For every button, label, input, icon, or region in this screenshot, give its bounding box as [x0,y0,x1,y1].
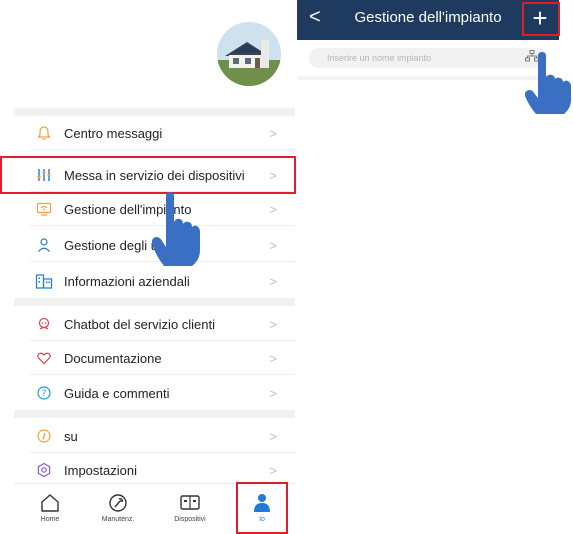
menu-item-company-info[interactable]: Informazioni aziendali > [14,264,295,298]
bottom-tab-bar: Home Manutenz. Dispositivi Io [14,482,295,534]
tab-label: Manutenz. [101,516,135,523]
search-input[interactable]: Inserire un nome impianto [327,53,525,63]
gear-icon [34,460,54,480]
row-divider [30,374,295,375]
chevron-right-icon: > [269,385,277,401]
hand-pointer-icon [151,192,200,266]
row-divider [30,149,295,150]
profile-screen: Centro messaggi > Messa in servizio dei … [14,0,295,534]
menu-item-label: Impostazioni [64,462,137,478]
page-title: Gestione dell'impianto [354,9,502,26]
chevron-right-icon: > [269,428,277,444]
menu-item-message-center[interactable]: Centro messaggi > [14,116,295,150]
chevron-right-icon: > [269,201,277,217]
svg-text:?: ? [42,389,47,399]
hand-pointer-icon [524,52,571,114]
question-icon: ? [34,383,54,403]
menu-item-label: Chatbot del servizio clienti [64,316,216,332]
screen-icon [34,199,54,219]
chevron-right-icon: > [269,462,277,478]
menu-item-label: su [64,428,78,444]
section-divider [14,410,295,418]
menu-item-label: Documentazione [64,350,162,366]
highlight-box-add [522,2,560,36]
tab-label: Io [259,516,265,523]
person-icon [34,235,54,255]
avatar[interactable] [217,22,281,86]
section-divider [14,108,295,116]
headset-icon [34,314,54,334]
tab-maintenance[interactable]: Manutenz. [88,484,148,534]
plant-management-screen: < Gestione dell'impianto + Inserire un n… [297,0,559,533]
menu-item-label: Centro messaggi [64,125,163,141]
user-icon [251,492,273,514]
home-icon [39,492,61,514]
menu-item-help-feedback[interactable]: ? Guida e commenti > [14,376,295,410]
chevron-right-icon: > [269,273,277,289]
bell-icon [34,123,54,143]
wrench-icon [107,492,129,514]
tab-label: Home [40,516,60,523]
menu-item-documentation[interactable]: Documentazione > [14,341,295,375]
devices-icon [179,492,201,514]
menu-item-label: Informazioni aziendali [64,273,190,289]
chevron-right-icon: > [269,350,277,366]
tab-label: Dispositivi [174,516,206,523]
section-divider [297,76,559,80]
chevron-right-icon: > [269,237,277,253]
chevron-right-icon: > [269,125,277,141]
menu-item-chatbot[interactable]: Chatbot del servizio clienti > [14,307,295,341]
tab-home[interactable]: Home [20,484,80,534]
menu-item-label: Guida e commenti [64,385,170,401]
search-bar[interactable]: Inserire un nome impianto [309,48,547,68]
menu-item-about[interactable]: su > [14,419,295,453]
tab-me[interactable]: Io [236,482,288,534]
nav-bar: < Gestione dell'impianto + [297,0,559,40]
chevron-right-icon: > [269,316,277,332]
tab-devices[interactable]: Dispositivi [160,484,220,534]
section-divider [14,298,295,306]
info-icon [34,426,54,446]
heart-icon [34,348,54,368]
highlight-box-commissioning [0,156,296,194]
building-icon [34,271,54,291]
